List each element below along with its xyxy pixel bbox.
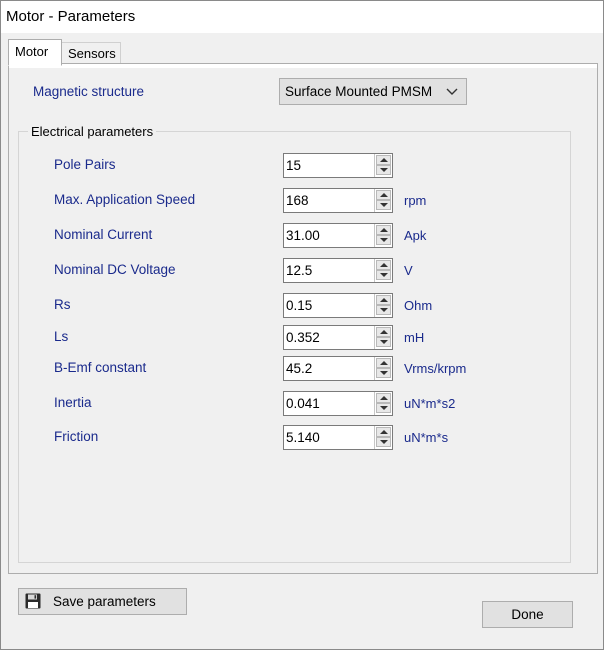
- param-unit-nominal-dc-voltage: V: [404, 263, 413, 278]
- param-label-pole-pairs: Pole Pairs: [54, 157, 116, 172]
- param-unit-max-speed: rpm: [404, 193, 427, 208]
- floppy-disk-icon: [25, 593, 41, 609]
- spin-up-arrow-icon[interactable]: [376, 155, 391, 165]
- spin-down-arrow-icon[interactable]: [376, 403, 391, 413]
- spin-up-arrow-icon[interactable]: [376, 295, 391, 305]
- save-parameters-button[interactable]: Save parameters: [18, 588, 187, 615]
- spin-down-arrow-icon[interactable]: [376, 270, 391, 280]
- param-unit-friction: uN*m*s: [404, 430, 449, 445]
- spin-up-arrow-icon[interactable]: [376, 393, 391, 403]
- window-title: Motor - Parameters: [6, 8, 136, 25]
- param-unit-nominal-current: Apk: [404, 228, 427, 243]
- save-parameters-label: Save parameters: [53, 594, 156, 609]
- spin-up-arrow-icon[interactable]: [376, 190, 391, 200]
- param-label-max-speed: Max. Application Speed: [54, 192, 196, 207]
- nominal-current-spinner[interactable]: 31.00: [283, 223, 393, 248]
- spin-down-arrow-icon[interactable]: [376, 437, 391, 447]
- pole-pairs-spinner[interactable]: 15: [283, 153, 393, 178]
- nominal-current-value: 31.00: [286, 228, 320, 243]
- rs-spinner[interactable]: 0.15: [283, 293, 393, 318]
- param-unit-bemf: Vrms/krpm: [404, 361, 467, 376]
- param-label-inertia: Inertia: [54, 395, 92, 410]
- param-unit-ls: mH: [404, 330, 425, 345]
- motor-parameters-window: Motor - Parameters Motor Sensors Magneti…: [0, 0, 604, 650]
- bemf-spinner[interactable]: 45.2: [283, 356, 393, 381]
- spin-down-arrow-icon[interactable]: [376, 305, 391, 315]
- title-bar[interactable]: Motor - Parameters: [1, 1, 603, 33]
- param-label-nominal-dc-voltage: Nominal DC Voltage: [54, 262, 176, 277]
- max-speed-value: 168: [286, 193, 309, 208]
- param-unit-inertia: uN*m*s2: [404, 396, 456, 411]
- param-label-ls: Ls: [54, 329, 69, 344]
- done-label: Done: [511, 607, 544, 622]
- spin-down-arrow-icon[interactable]: [376, 235, 391, 245]
- tab-motor-label: Motor: [15, 44, 49, 59]
- nominal-dc-voltage-spinner[interactable]: 12.5: [283, 258, 393, 283]
- inertia-value: 0.041: [286, 396, 320, 411]
- magnetic-structure-label: Magnetic structure: [33, 84, 145, 99]
- ls-spinner[interactable]: 0.352: [283, 325, 393, 350]
- friction-value: 5.140: [286, 430, 320, 445]
- tab-sensors[interactable]: Sensors: [61, 42, 121, 64]
- chevron-down-icon: [446, 88, 458, 95]
- friction-spinner[interactable]: 5.140: [283, 425, 393, 450]
- param-unit-rs: Ohm: [404, 298, 433, 313]
- electrical-parameters-title: Electrical parameters: [28, 124, 157, 139]
- spin-down-arrow-icon[interactable]: [376, 200, 391, 210]
- inertia-spinner[interactable]: 0.041: [283, 391, 393, 416]
- spin-up-arrow-icon[interactable]: [376, 225, 391, 235]
- param-label-bemf: B-Emf constant: [54, 360, 147, 375]
- nominal-dc-voltage-value: 12.5: [286, 263, 313, 278]
- done-button[interactable]: Done: [482, 601, 573, 628]
- spin-down-arrow-icon[interactable]: [376, 368, 391, 378]
- param-label-nominal-current: Nominal Current: [54, 227, 153, 242]
- spin-up-arrow-icon[interactable]: [376, 260, 391, 270]
- magnetic-structure-value: Surface Mounted PMSM: [285, 84, 433, 99]
- magnetic-structure-select[interactable]: Surface Mounted PMSM: [279, 78, 467, 105]
- pole-pairs-value: 15: [286, 158, 302, 173]
- spin-up-arrow-icon[interactable]: [376, 427, 391, 437]
- tab-motor[interactable]: Motor: [8, 39, 62, 66]
- param-label-friction: Friction: [54, 429, 99, 444]
- bemf-value: 45.2: [286, 361, 313, 376]
- spin-down-arrow-icon[interactable]: [376, 165, 391, 175]
- tab-sensors-label: Sensors: [68, 46, 116, 61]
- spin-up-arrow-icon[interactable]: [376, 327, 391, 337]
- spin-up-arrow-icon[interactable]: [376, 358, 391, 368]
- ls-value: 0.352: [286, 330, 320, 345]
- spin-down-arrow-icon[interactable]: [376, 337, 391, 347]
- param-label-rs: Rs: [54, 297, 71, 312]
- rs-value: 0.15: [286, 298, 313, 313]
- max-speed-spinner[interactable]: 168: [283, 188, 393, 213]
